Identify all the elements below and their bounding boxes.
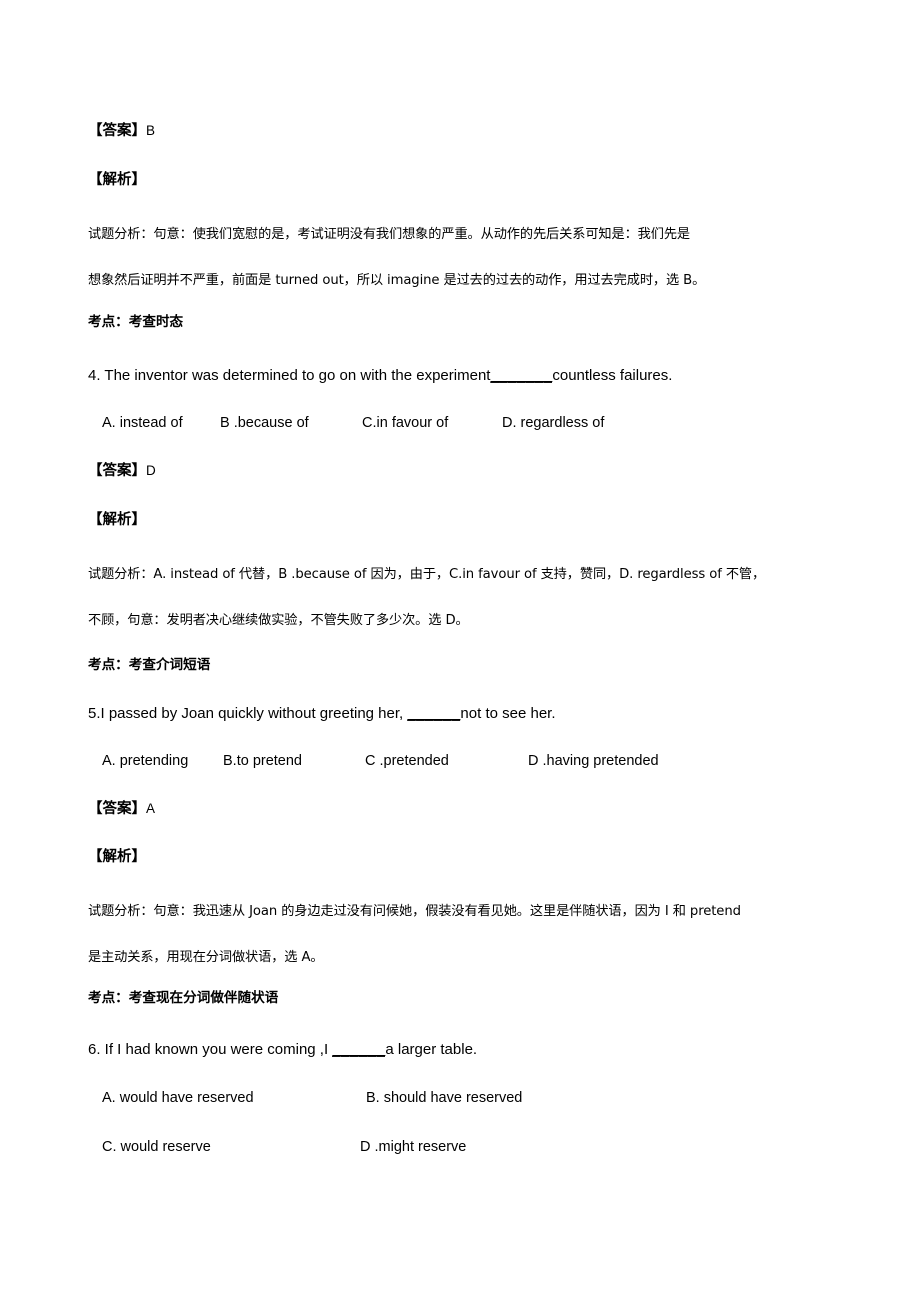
- q5-answer-line: 【答案】A: [88, 802, 848, 817]
- q3-answer-line: 【答案】B: [88, 124, 848, 139]
- q4-exam-point: 考点：考查介词短语: [88, 657, 211, 673]
- q6-stem-post: a larger table.: [385, 1041, 478, 1058]
- answer-tag: 【答案】: [88, 463, 146, 479]
- q3-exam-point: 考点：考查时态: [88, 314, 184, 330]
- q6-options-row-1: A. would have reserved B. should have re…: [88, 1091, 848, 1111]
- q5-analysis-line-1: 试题分析：句意：我迅速从 Joan 的身边走过没有问候她，假装没有看见她。这里是…: [88, 904, 741, 919]
- q5-analysis-line-2: 是主动关系，用现在分词做状语，选 A。: [88, 950, 324, 965]
- q5-answer-value: A: [146, 801, 156, 816]
- q4-stem: 4. The inventor was determined to go on …: [88, 368, 848, 383]
- q5-explanation-line: 【解析】: [88, 850, 848, 865]
- answer-tag: 【答案】: [88, 123, 146, 139]
- q6-option-c[interactable]: C. would reserve: [102, 1140, 211, 1155]
- q6-stem-pre: 6. If I had known you were coming ,I: [88, 1041, 333, 1058]
- q4-option-b[interactable]: B .because of: [220, 416, 309, 431]
- q5-options: A. pretending B.to pretend C .pretended …: [88, 754, 848, 774]
- q6-option-d[interactable]: D .might reserve: [360, 1140, 466, 1155]
- q3-analysis-line-1: 试题分析：句意：使我们宽慰的是，考试证明没有我们想象的严重。从动作的先后关系可知…: [88, 227, 691, 242]
- q4-answer-value: D: [146, 463, 156, 478]
- answer-tag: 【答案】: [88, 801, 146, 817]
- q4-option-c[interactable]: C.in favour of: [362, 416, 448, 431]
- q5-exam-point: 考点：考查现在分词做伴随状语: [88, 990, 279, 1006]
- q5-stem-post: not to see her.: [460, 705, 556, 722]
- q4-analysis-line-2: 不顾，句意：发明者决心继续做实验，不管失败了多少次。选 D。: [88, 613, 469, 628]
- q3-analysis-line-2: 想象然后证明并不严重，前面是 turned out，所以 imagine 是过去…: [88, 273, 706, 288]
- q6-options-row-2: C. would reserve D .might reserve: [88, 1140, 848, 1160]
- explanation-tag: 【解析】: [88, 849, 146, 865]
- q5-option-a[interactable]: A. pretending: [102, 754, 188, 769]
- q4-option-a[interactable]: A. instead of: [102, 416, 183, 431]
- q4-explanation-line: 【解析】: [88, 513, 848, 528]
- q5-option-b[interactable]: B.to pretend: [223, 754, 302, 769]
- q4-analysis-line-1: 试题分析：A. instead of 代替，B .because of 因为，由…: [88, 567, 766, 582]
- q3-explanation-line: 【解析】: [88, 173, 848, 188]
- q4-stem-blank: _______: [490, 367, 553, 384]
- q5-stem-pre: 5.I passed by Joan quickly without greet…: [88, 705, 408, 722]
- q4-stem-post: countless failures.: [552, 367, 673, 384]
- q6-option-b[interactable]: B. should have reserved: [366, 1091, 522, 1106]
- q4-stem-pre: 4. The inventor was determined to go on …: [88, 367, 491, 384]
- document-page: 【答案】B 【解析】 试题分析：句意：使我们宽慰的是，考试证明没有我们想象的严重…: [0, 0, 920, 1302]
- explanation-tag: 【解析】: [88, 512, 146, 528]
- q4-options: A. instead of B .because of C.in favour …: [88, 416, 848, 436]
- q5-option-d[interactable]: D .having pretended: [528, 754, 659, 769]
- q6-option-a[interactable]: A. would have reserved: [102, 1091, 254, 1106]
- q4-option-d[interactable]: D. regardless of: [502, 416, 604, 431]
- q5-option-c[interactable]: C .pretended: [365, 754, 449, 769]
- q6-stem: 6. If I had known you were coming ,I ___…: [88, 1042, 848, 1057]
- explanation-tag: 【解析】: [88, 172, 146, 188]
- q4-answer-line: 【答案】D: [88, 464, 848, 479]
- q5-stem: 5.I passed by Joan quickly without greet…: [88, 706, 848, 721]
- q3-answer-value: B: [146, 123, 156, 138]
- q6-stem-blank: ______: [332, 1041, 386, 1058]
- q5-stem-blank: ______: [407, 705, 461, 722]
